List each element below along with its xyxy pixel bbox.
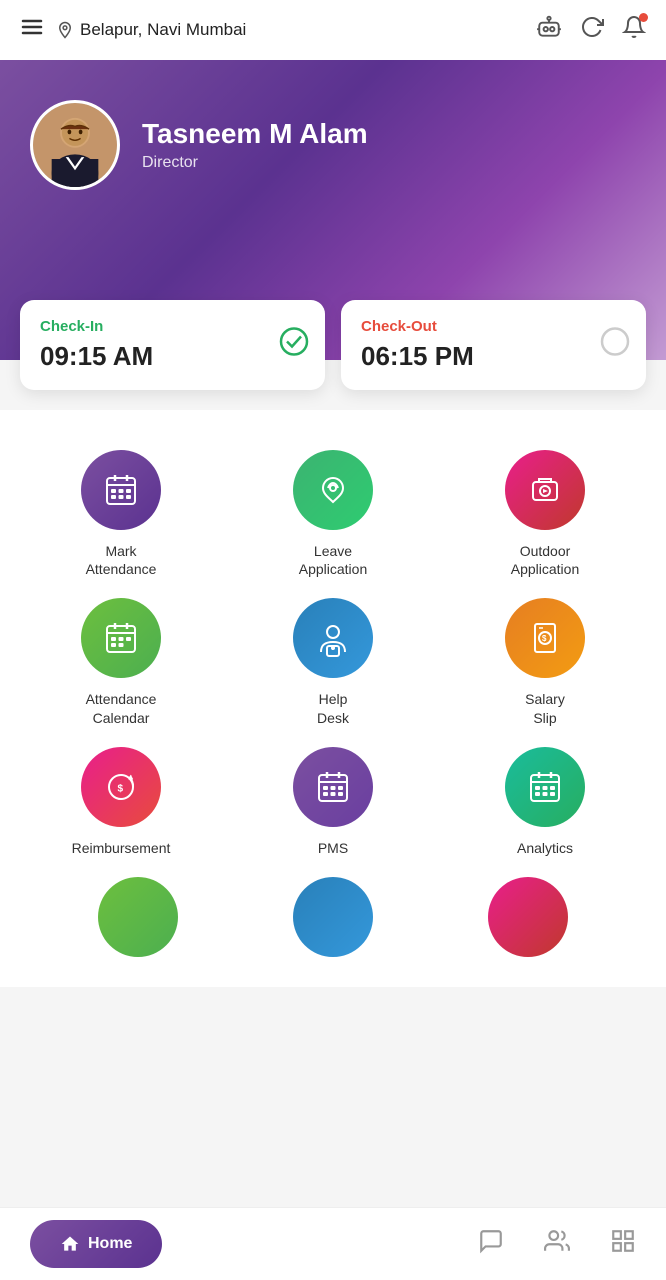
grid-item-reimbursement[interactable]: $ Reimbursement bbox=[20, 747, 222, 857]
salary-slip-label: SalarySlip bbox=[525, 690, 565, 726]
header: Belapur, Navi Mumbai bbox=[0, 0, 666, 60]
menu-icon[interactable] bbox=[20, 15, 44, 45]
svg-text:$: $ bbox=[118, 783, 124, 794]
salary-slip-icon-circle: $ bbox=[505, 598, 585, 678]
user-info: Tasneem M Alam Director bbox=[142, 118, 368, 172]
analytics-label: Analytics bbox=[517, 839, 573, 857]
user-profile: Tasneem M Alam Director bbox=[30, 100, 636, 190]
home-label: Home bbox=[88, 1235, 132, 1253]
partial-row bbox=[20, 867, 646, 977]
user-name: Tasneem M Alam bbox=[142, 118, 368, 150]
svg-text:$: $ bbox=[542, 634, 547, 643]
leave-application-label: LeaveApplication bbox=[299, 542, 368, 578]
checkout-icon bbox=[600, 327, 630, 364]
grid-item-analytics[interactable]: Analytics bbox=[444, 747, 646, 857]
partial-circle-1 bbox=[98, 877, 178, 957]
notification-badge bbox=[639, 13, 648, 22]
partial-circle-2 bbox=[293, 877, 373, 957]
reimbursement-icon-circle: $ bbox=[81, 747, 161, 827]
mark-attendance-label: MarkAttendance bbox=[86, 542, 157, 578]
header-icon-group bbox=[536, 14, 646, 46]
analytics-icon bbox=[525, 767, 565, 807]
outdoor-application-label: OutdoorApplication bbox=[511, 542, 580, 578]
chat-nav-icon[interactable] bbox=[478, 1228, 504, 1261]
partial-circle-3 bbox=[488, 877, 568, 957]
grid-item-leave-application[interactable]: LeaveApplication bbox=[232, 450, 434, 578]
refresh-icon[interactable] bbox=[580, 15, 604, 45]
home-button[interactable]: Home bbox=[30, 1220, 162, 1268]
attendance-calendar-label: AttendanceCalendar bbox=[86, 690, 157, 726]
grid-item-pms[interactable]: PMS bbox=[232, 747, 434, 857]
help-desk-icon: ? bbox=[313, 618, 353, 658]
help-desk-label: HelpDesk bbox=[317, 690, 349, 726]
attendance-calendar-icon bbox=[101, 618, 141, 658]
checkin-time: 09:15 AM bbox=[40, 341, 305, 372]
outdoor-application-icon-circle bbox=[505, 450, 585, 530]
robot-icon[interactable] bbox=[536, 14, 562, 46]
checkin-icon bbox=[279, 327, 309, 364]
user-title: Director bbox=[142, 154, 368, 172]
feature-grid: MarkAttendance LeaveApplication bbox=[20, 440, 646, 867]
attendance-calendar-icon-circle bbox=[81, 598, 161, 678]
calendar-check-icon bbox=[101, 470, 141, 510]
reimbursement-icon: $ bbox=[101, 767, 141, 807]
help-desk-icon-circle: ? bbox=[293, 598, 373, 678]
analytics-icon-circle bbox=[505, 747, 585, 827]
avatar bbox=[30, 100, 120, 190]
location-display: Belapur, Navi Mumbai bbox=[56, 20, 524, 40]
team-nav-icon[interactable] bbox=[544, 1228, 570, 1261]
notification-icon[interactable] bbox=[622, 15, 646, 45]
home-icon bbox=[60, 1234, 80, 1254]
checkout-label: Check-Out bbox=[361, 318, 626, 335]
outdoor-icon bbox=[525, 470, 565, 510]
grid-item-attendance-calendar[interactable]: AttendanceCalendar bbox=[20, 598, 222, 726]
checkout-time: 06:15 PM bbox=[361, 341, 626, 372]
leave-icon bbox=[313, 470, 353, 510]
main-grid-section: MarkAttendance LeaveApplication bbox=[0, 410, 666, 987]
checkout-card[interactable]: Check-Out 06:15 PM bbox=[341, 300, 646, 390]
location-text: Belapur, Navi Mumbai bbox=[80, 20, 246, 40]
attendance-cards: Check-In 09:15 AM Check-Out 06:15 PM bbox=[0, 300, 666, 390]
svg-text:?: ? bbox=[331, 646, 334, 652]
avatar-image bbox=[33, 100, 117, 190]
grid-item-help-desk[interactable]: ? HelpDesk bbox=[232, 598, 434, 726]
grid-item-mark-attendance[interactable]: MarkAttendance bbox=[20, 450, 222, 578]
grid-item-outdoor-application[interactable]: OutdoorApplication bbox=[444, 450, 646, 578]
nav-icon-group bbox=[478, 1228, 636, 1261]
pms-label: PMS bbox=[318, 839, 348, 857]
bottom-navigation: Home bbox=[0, 1207, 666, 1280]
mark-attendance-icon-circle bbox=[81, 450, 161, 530]
pms-icon-circle bbox=[293, 747, 373, 827]
checkin-label: Check-In bbox=[40, 318, 305, 335]
grid-item-salary-slip[interactable]: $ SalarySlip bbox=[444, 598, 646, 726]
location-pin-icon bbox=[56, 21, 74, 39]
checkin-card[interactable]: Check-In 09:15 AM bbox=[20, 300, 325, 390]
pms-icon bbox=[313, 767, 353, 807]
grid-nav-icon[interactable] bbox=[610, 1228, 636, 1261]
salary-slip-icon: $ bbox=[525, 618, 565, 658]
leave-application-icon-circle bbox=[293, 450, 373, 530]
reimbursement-label: Reimbursement bbox=[72, 839, 171, 857]
